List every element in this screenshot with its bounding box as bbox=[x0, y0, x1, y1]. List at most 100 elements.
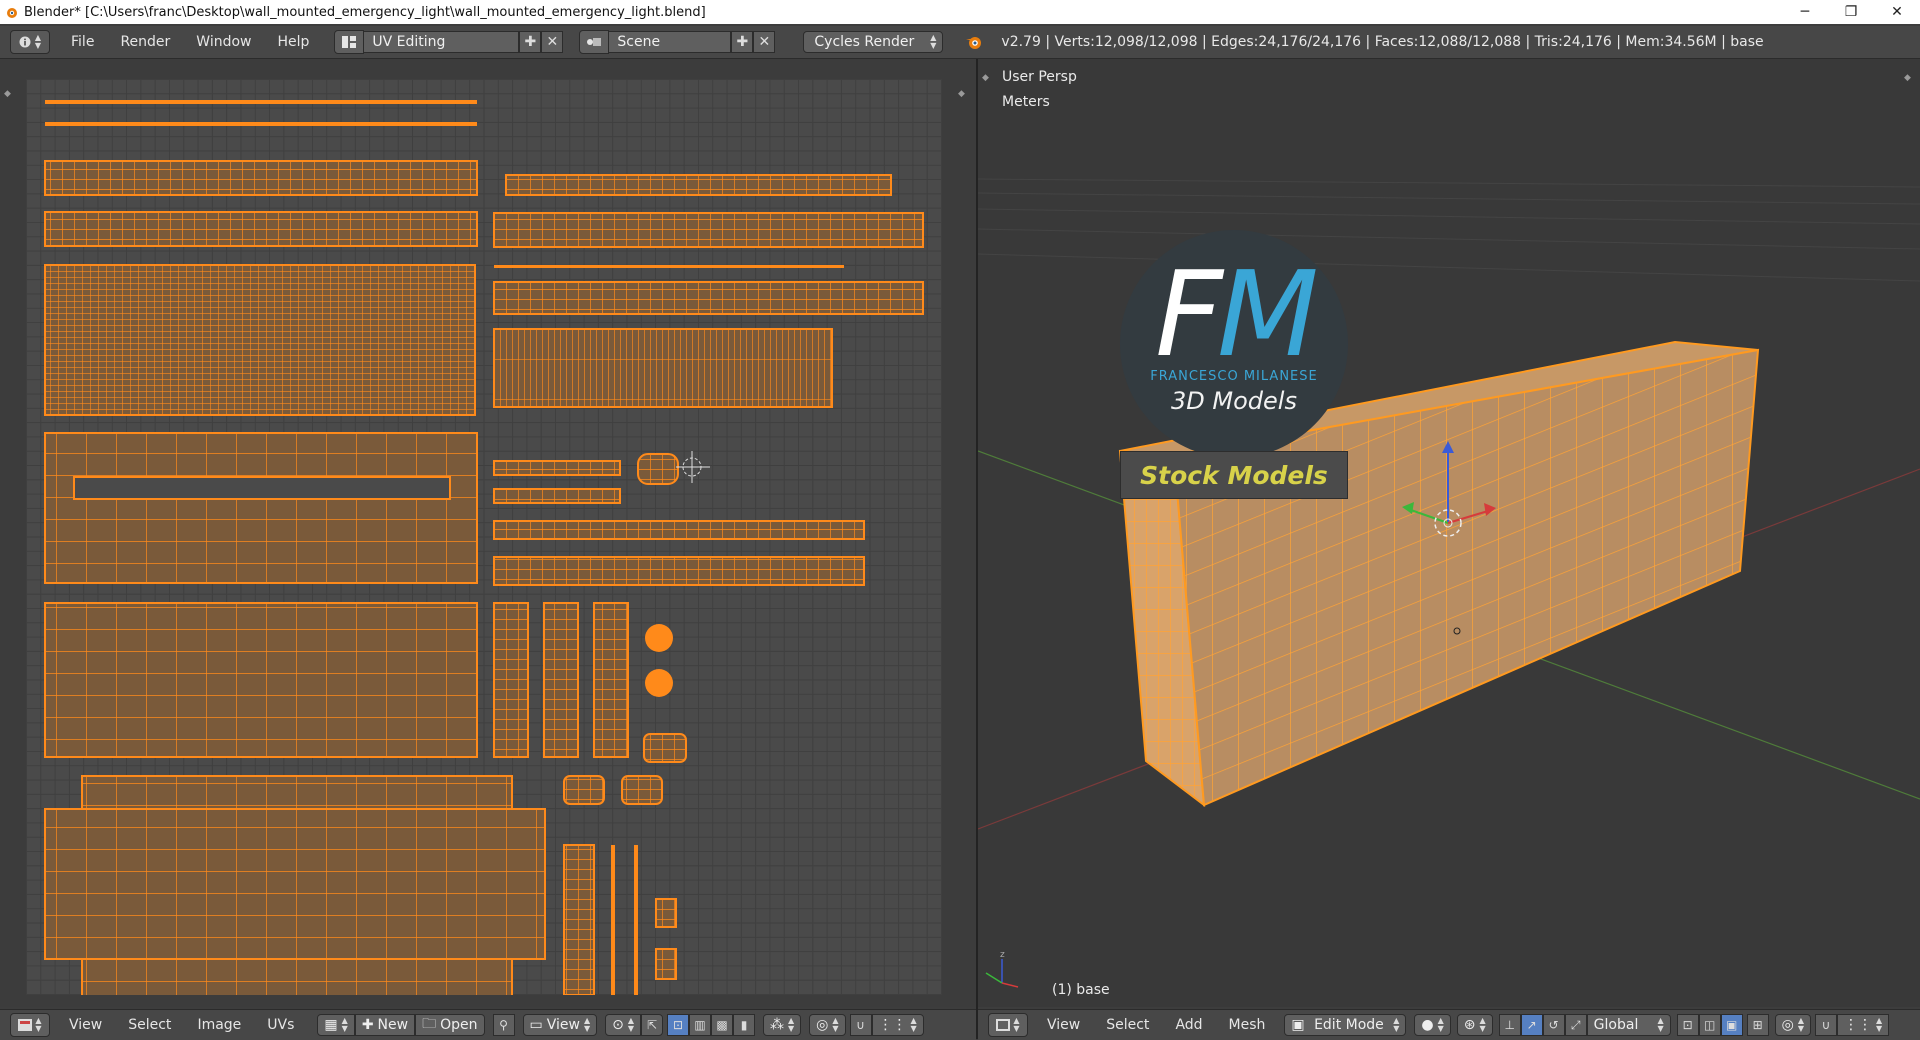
snap-icon: ⋮⋮ bbox=[1844, 1017, 1873, 1033]
logo-tagline: 3D Models bbox=[1171, 387, 1297, 415]
menu-help[interactable]: Help bbox=[264, 34, 322, 50]
sticky-select-mode[interactable]: ⁂ ▲ ▼ bbox=[763, 1014, 802, 1036]
scale-manipulator-button[interactable]: ⤢ bbox=[1564, 1014, 1587, 1036]
cursor-icon: ⇱ bbox=[646, 1018, 658, 1032]
face-select-icon: ▩ bbox=[716, 1018, 728, 1032]
plus-icon: ✚ bbox=[524, 34, 537, 50]
3d-editor-type-button[interactable]: ▲ ▼ bbox=[988, 1013, 1028, 1037]
info-icon bbox=[19, 36, 31, 48]
uv-menu-uvs[interactable]: UVs bbox=[254, 1017, 307, 1033]
view-axes-icon: z bbox=[985, 950, 1019, 988]
render-engine-select[interactable]: Cycles Render ▲ ▼ bbox=[803, 31, 944, 53]
region-expand-left-icon[interactable]: ◆ bbox=[4, 89, 11, 99]
minimize-button[interactable]: ─ bbox=[1782, 0, 1828, 24]
menu-render[interactable]: Render bbox=[107, 34, 183, 50]
scene-icon bbox=[587, 38, 602, 46]
image-browse-button[interactable]: ▦ ▲ ▼ bbox=[317, 1014, 355, 1036]
proportional-edit-select[interactable]: ◎ ▲ ▼ bbox=[809, 1014, 846, 1036]
updown-arrows-icon: ▲ ▼ bbox=[35, 1016, 42, 1033]
uv-editor-header: ▲ ▼ View Select Image UVs ▦ ▲ ▼ ✚ New 🗀 Open… bbox=[0, 1009, 976, 1040]
logo-initial-m: M bbox=[1217, 245, 1319, 383]
vp-menu-add[interactable]: Add bbox=[1162, 1017, 1215, 1033]
delete-scene-button[interactable]: ✕ bbox=[753, 31, 776, 53]
delete-screen-button[interactable]: ✕ bbox=[541, 31, 564, 53]
pin-icon: ⚲ bbox=[499, 1018, 508, 1032]
pivot-point-select[interactable]: ⊛ ▲ ▼ bbox=[1456, 1014, 1493, 1036]
screen-layout-field[interactable]: UV Editing bbox=[364, 31, 520, 53]
interaction-mode-select[interactable]: ▣ Edit Mode ▲ ▼ bbox=[1284, 1014, 1407, 1036]
updown-arrows-icon: ▲ ▼ bbox=[1013, 1016, 1020, 1033]
edge-select-mode-button[interactable]: ◫ bbox=[1698, 1014, 1721, 1036]
3d-view-header: ▲ ▼ View Select Add Mesh ▣ Edit Mode ▲ ▼ ●… bbox=[978, 1009, 1920, 1040]
viewport-shading-select[interactable]: ● ▲ ▼ bbox=[1414, 1014, 1451, 1036]
editor-type-button[interactable]: ▲ ▼ bbox=[10, 30, 50, 54]
rotate-manipulator-button[interactable]: ↺ bbox=[1542, 1014, 1565, 1036]
3d-view-icon bbox=[996, 1019, 1011, 1031]
scene-browse-button[interactable] bbox=[579, 30, 610, 54]
new-image-button[interactable]: ✚ New bbox=[354, 1014, 416, 1036]
pivot-icon: ⊛ bbox=[1463, 1017, 1476, 1033]
add-screen-button[interactable]: ✚ bbox=[519, 31, 542, 53]
render-engine-value: Cycles Render bbox=[814, 34, 915, 50]
proportional-editing-select[interactable]: ◎ ▲ ▼ bbox=[1774, 1014, 1812, 1036]
pin-image-button[interactable]: ⚲ bbox=[492, 1014, 515, 1036]
proportional-icon: ◎ bbox=[1781, 1017, 1794, 1033]
magnet-icon: ∪ bbox=[1821, 1018, 1831, 1032]
pivot-select[interactable]: ⊙ ▲ ▼ bbox=[605, 1014, 642, 1036]
uv-island-panels[interactable] bbox=[44, 264, 865, 997]
vp-menu-mesh[interactable]: Mesh bbox=[1216, 1017, 1279, 1033]
updown-arrows-icon: ▲ ▼ bbox=[1657, 1016, 1664, 1033]
magnet-icon: ∪ bbox=[856, 1018, 865, 1032]
snap-button[interactable]: ∪ bbox=[1815, 1014, 1838, 1036]
uv-menu-select[interactable]: Select bbox=[115, 1017, 184, 1033]
translate-manipulator-button[interactable]: ↗ bbox=[1520, 1014, 1543, 1036]
close-icon: ✕ bbox=[546, 34, 559, 50]
stock-models-badge: Stock Models bbox=[1120, 451, 1348, 499]
edge-select-icon: ◫ bbox=[1704, 1018, 1716, 1032]
snap-toggle-button[interactable]: ∪ bbox=[849, 1014, 872, 1036]
layout-grid-icon bbox=[342, 36, 357, 48]
3d-viewport[interactable]: ◆ ◆ User Persp Meters z (1) base bbox=[978, 59, 1920, 1007]
region-expand-right-icon[interactable]: ◆ bbox=[958, 89, 965, 99]
updown-arrows-icon: ▲ ▼ bbox=[1797, 1016, 1805, 1033]
snap-target-select[interactable]: ⋮⋮ ▲ ▼ bbox=[871, 1014, 924, 1036]
add-scene-button[interactable]: ✚ bbox=[731, 31, 754, 53]
vp-menu-select[interactable]: Select bbox=[1093, 1017, 1162, 1033]
restore-button[interactable]: ❐ bbox=[1828, 0, 1874, 24]
uv-canvas[interactable] bbox=[26, 79, 942, 997]
menu-window[interactable]: Window bbox=[183, 34, 264, 50]
uv-editor-type-button[interactable]: ▲ ▼ bbox=[10, 1013, 50, 1037]
face-select-button[interactable]: ▩ bbox=[711, 1014, 734, 1036]
uv-islands[interactable] bbox=[26, 79, 942, 997]
face-select-icon: ▣ bbox=[1726, 1018, 1738, 1032]
manipulator-toggle-button[interactable]: ⊥ bbox=[1498, 1014, 1521, 1036]
transform-orientation-select[interactable]: Global ▲ ▼ bbox=[1586, 1014, 1671, 1036]
vp-menu-view[interactable]: View bbox=[1034, 1017, 1093, 1033]
updown-arrows-icon: ▲ ▼ bbox=[832, 1016, 839, 1033]
uv-2d-cursor-icon[interactable] bbox=[676, 451, 710, 483]
menu-file[interactable]: File bbox=[58, 34, 107, 50]
updown-arrows-icon: ▲ ▼ bbox=[1479, 1016, 1486, 1033]
translate-icon: ↗ bbox=[1526, 1018, 1537, 1032]
screen-layout-browse-button[interactable] bbox=[334, 30, 365, 54]
island-select-button[interactable]: ▮ bbox=[733, 1014, 756, 1036]
snap-element-select[interactable]: ⋮⋮ ▲ ▼ bbox=[1837, 1014, 1890, 1036]
close-button[interactable]: ✕ bbox=[1874, 0, 1920, 24]
updown-arrows-icon: ▲ ▼ bbox=[788, 1016, 795, 1033]
vertex-select-mode-button[interactable]: ⊡ bbox=[1676, 1014, 1699, 1036]
view-mode-select[interactable]: ▭ View ▲ ▼ bbox=[522, 1014, 598, 1036]
scene-render[interactable]: z bbox=[978, 59, 1920, 1007]
open-image-button[interactable]: 🗀 Open bbox=[415, 1014, 485, 1036]
uv-image-editor[interactable]: ◆ ◆ bbox=[0, 59, 976, 1007]
vertex-select-button[interactable]: ⊡ bbox=[667, 1014, 690, 1036]
uv-menu-image[interactable]: Image bbox=[184, 1017, 254, 1033]
sync-selection-button[interactable]: ⇱ bbox=[641, 1014, 664, 1036]
edge-select-button[interactable]: ▥ bbox=[689, 1014, 712, 1036]
uv-menu-view[interactable]: View bbox=[56, 1017, 115, 1033]
face-select-mode-button[interactable]: ▣ bbox=[1720, 1014, 1743, 1036]
scene-field[interactable]: Scene bbox=[609, 31, 732, 53]
view-mode-label: View bbox=[546, 1017, 580, 1033]
limit-selection-button[interactable]: ⊞ bbox=[1746, 1014, 1769, 1036]
edit-mode-icon: ▣ bbox=[1291, 1017, 1305, 1033]
proportional-icon: ◎ bbox=[816, 1017, 829, 1033]
